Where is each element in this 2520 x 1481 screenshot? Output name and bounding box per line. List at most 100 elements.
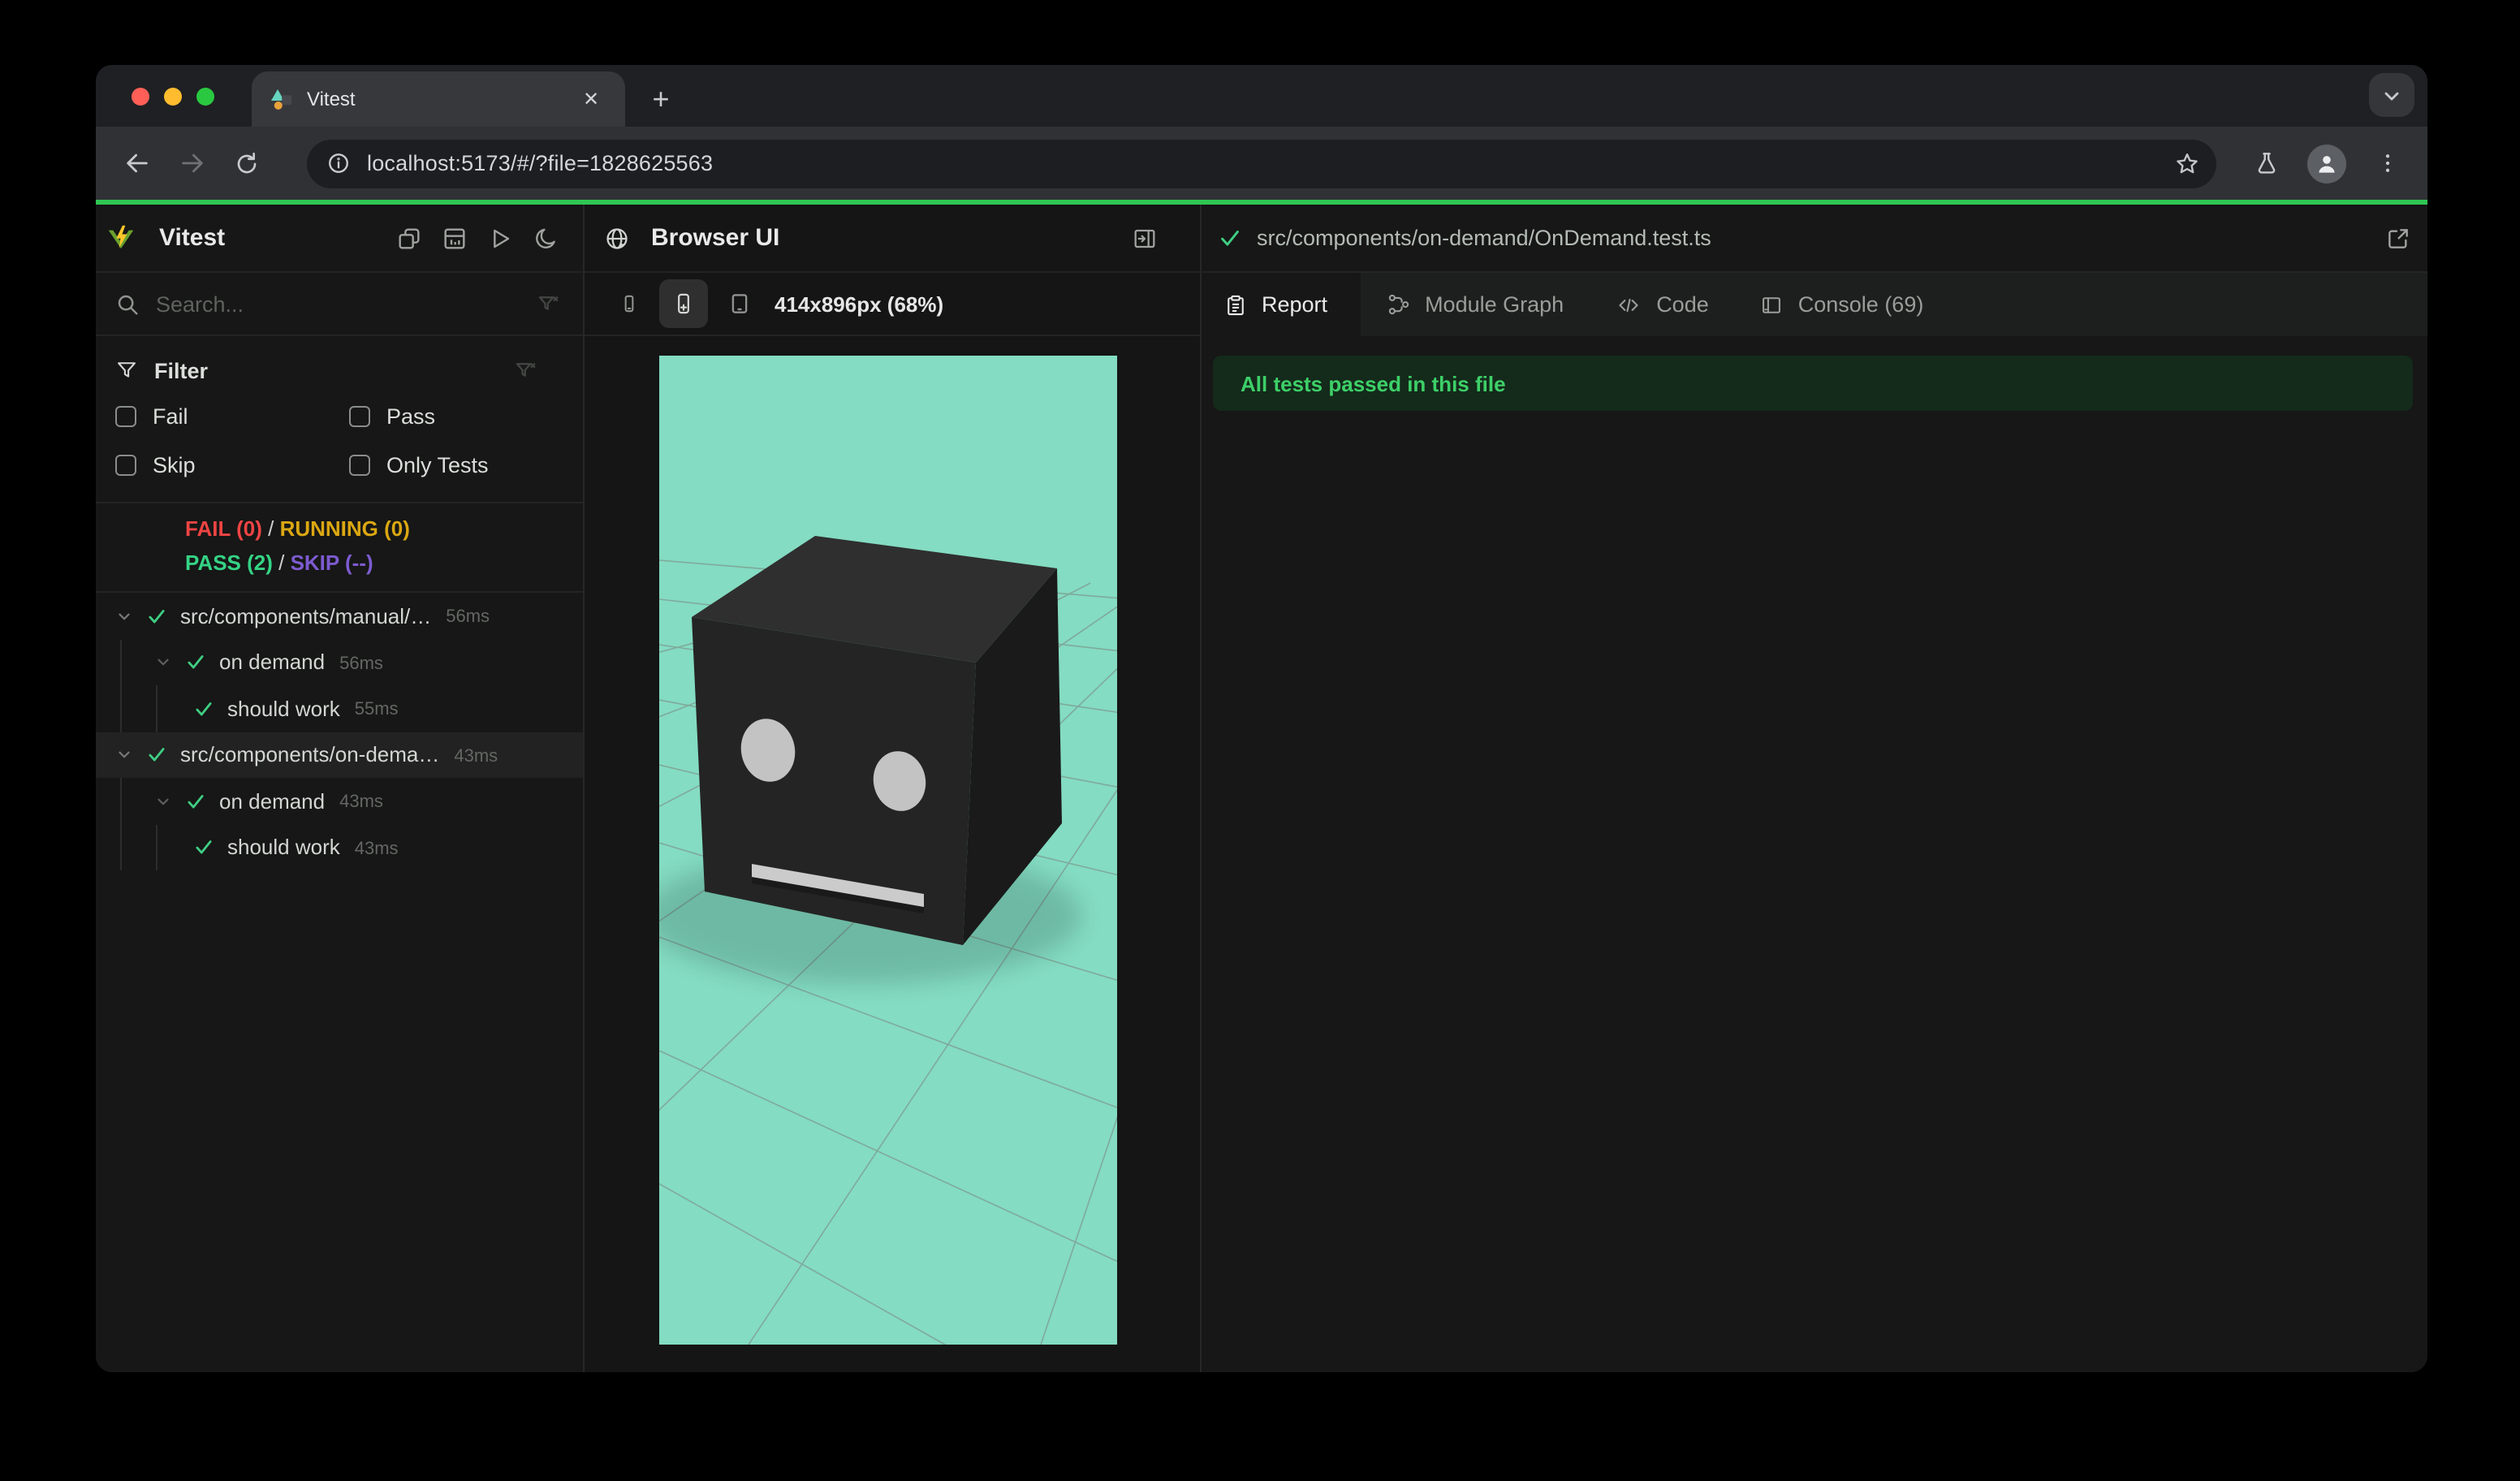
site-info-icon[interactable] [326,151,351,175]
test-file-label: src/components/on-dema… [180,742,440,767]
reload-button[interactable] [222,139,271,188]
dashboard-icon[interactable] [442,225,468,251]
browser-menu-icon[interactable] [2362,139,2411,188]
clear-filter-icon[interactable] [513,358,560,382]
skip-label: Skip [153,452,196,477]
banner-text: All tests passed in this file [1241,371,1506,395]
browser-ui-title: Browser UI [651,224,780,252]
device-phone-selected[interactable] [659,279,708,328]
tree-suite-row[interactable]: on demand 56ms [96,639,583,685]
chevron-down-icon[interactable] [154,654,172,671]
all-tests-passed-banner: All tests passed in this file [1213,356,2413,411]
filter-title: Filter [154,358,209,382]
separator: / [272,551,291,575]
filter-only-tests[interactable]: Only Tests [330,452,563,477]
tab-console[interactable]: Console (69) [1735,273,1950,336]
open-external-icon[interactable] [2385,225,2411,251]
screen: Vitest ✕ + localhost:5173/#/?file=182862… [0,0,2520,1481]
chevron-down-icon [2384,91,2399,100]
browser-tab[interactable]: Vitest ✕ [252,71,625,127]
device-toolbar: 414x896px (68%) [585,273,1200,336]
dock-panel-right-icon[interactable] [1132,225,1158,251]
tab-strip: Vitest ✕ + [96,65,2427,127]
tab-close-icon[interactable]: ✕ [576,84,606,114]
test-file-label: src/components/manual/… [180,603,432,628]
tab-search-button[interactable] [2369,73,2414,117]
sidebar-header: Vitest [96,205,583,273]
test-tree: src/components/manual/… 56ms on demand 5… [96,593,583,1372]
test-case-label: should work [227,696,340,721]
tab-report[interactable]: Report [1202,273,1361,336]
running-count: RUNNING (0) [279,516,410,541]
sidebar: Vitest Search... Filter Fail Pass Skip O… [96,205,585,1372]
run-all-icon[interactable] [487,225,513,251]
zoom-window-button[interactable] [196,88,214,106]
test-duration: 43ms [354,839,399,859]
skip-count: SKIP (--) [290,551,373,575]
tree-file-row[interactable]: src/components/manual/… 56ms [96,593,583,639]
test-duration: 43ms [339,792,383,813]
viewport-resolution[interactable]: 414x896px (68%) [775,291,943,316]
filter-skip[interactable]: Skip [96,452,330,477]
url-text[interactable]: localhost:5173/#/?file=1828625563 [367,151,2174,175]
device-phone-small-icon[interactable] [612,291,645,317]
theme-toggle-moon-icon[interactable] [533,225,559,251]
pass-check-icon [193,698,214,719]
tree-file-row-selected[interactable]: src/components/on-dema… 43ms [96,732,583,778]
address-bar[interactable]: localhost:5173/#/?file=1828625563 [307,139,2216,188]
pass-count: PASS (2) [185,551,273,575]
search-input[interactable] [156,291,520,316]
filter-pass[interactable]: Pass [330,404,563,428]
skip-checkbox[interactable] [115,454,136,475]
tab-module-graph[interactable]: Module Graph [1360,273,1590,336]
report-panel: src/components/on-demand/OnDemand.test.t… [1202,205,2427,1372]
chevron-down-icon[interactable] [115,746,133,764]
report-content: All tests passed in this file [1202,336,2427,1372]
test-viewport-3d-scene[interactable] [659,356,1117,1345]
filter-fail[interactable]: Fail [96,404,330,428]
chevron-down-icon[interactable] [154,792,172,810]
code-icon [1619,297,1638,312]
test-duration: 56ms [446,607,490,628]
only-tests-checkbox[interactable] [349,454,370,475]
fail-checkbox[interactable] [115,405,136,426]
globe-icon [604,225,630,251]
profile-avatar[interactable] [2307,144,2346,183]
chevron-down-icon[interactable] [115,607,133,625]
minimize-window-button[interactable] [164,88,182,106]
collapse-panels-icon[interactable] [396,225,422,251]
close-window-button[interactable] [132,88,149,106]
tree-suite-row[interactable]: on demand 43ms [96,778,583,824]
toolbar-actions [2242,139,2411,188]
experiments-flask-icon[interactable] [2242,139,2291,188]
filter-row-1: Fail Pass [96,391,583,440]
browser-toolbar: localhost:5173/#/?file=1828625563 [96,127,2427,200]
new-tab-button[interactable]: + [641,80,680,119]
search-bar [96,273,583,336]
test-case-label: should work [227,835,340,860]
viewport-area [585,336,1200,1372]
summary-line-1: FAIL (0) / RUNNING (0) [185,512,583,546]
tab-title: Vitest [307,88,356,110]
forward-button[interactable] [167,139,216,188]
clear-search-filter-icon[interactable] [536,291,560,316]
app-title: Vitest [159,224,226,252]
pass-check-icon [185,791,206,812]
back-button[interactable] [112,139,161,188]
tab-code[interactable]: Code [1590,273,1735,336]
pass-checkbox[interactable] [349,405,370,426]
search-icon [115,291,140,316]
bookmark-star-icon[interactable] [2174,150,2200,176]
console-icon [1763,296,1781,313]
pass-check-icon [1218,226,1242,250]
tree-test-row[interactable]: should work 55ms [96,685,583,732]
tree-test-row[interactable]: should work 43ms [96,824,583,870]
summary-line-2: PASS (2) / SKIP (--) [185,546,583,580]
pass-check-icon [146,745,167,766]
device-tablet-icon[interactable] [723,291,755,317]
test-suite-label: on demand [219,650,326,675]
funnel-icon [115,359,138,382]
report-header: src/components/on-demand/OnDemand.test.t… [1202,205,2427,273]
tab-report-label: Report [1262,292,1328,317]
fail-count: FAIL (0) [185,516,262,541]
